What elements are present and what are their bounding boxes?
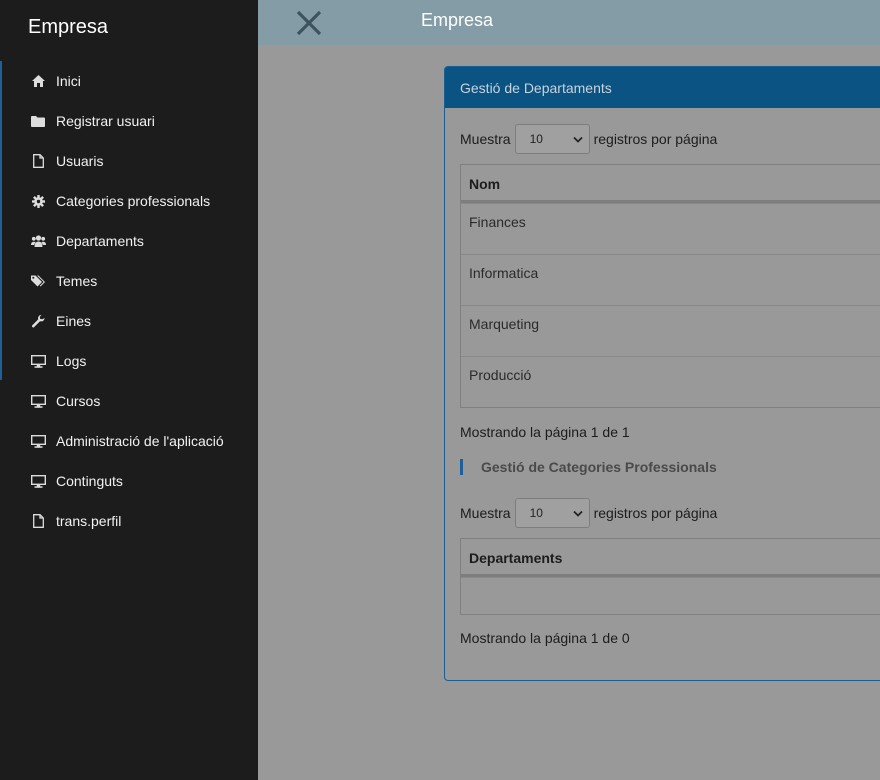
categories-length-control: Muestra 10 registros por página [460,498,717,528]
wrench-icon [30,313,46,329]
categories-table: Departaments [460,538,880,615]
length-suffix: registros por página [593,131,718,147]
sidebar-item-label: Temes [56,273,98,289]
sidebar-item-label: trans.perfil [56,513,122,529]
length-select-value: 10 [529,506,543,520]
sidebar-item-registrar-usuari[interactable]: Registrar usuari [0,101,258,141]
chevron-down-icon [572,136,583,143]
file-icon [30,153,46,169]
gear-icon [30,193,46,209]
sidebar-item-inici[interactable]: Inici [0,61,258,101]
top-bar-title: Empresa [421,10,494,30]
chevron-down-icon [572,510,583,517]
sidebar-item-eines[interactable]: Eines [0,301,258,341]
monitor-icon [30,473,46,489]
folder-icon [30,113,46,129]
departments-length-control: Muestra 10 registros por página [460,124,717,154]
departments-panel: Gestió de Departaments Muestra 10 regist… [444,66,880,681]
table-row[interactable]: Finances [461,203,880,254]
table-header-nom[interactable]: Nom [461,165,880,203]
monitor-icon [30,393,46,409]
sidebar-item-usuaris[interactable]: Usuaris [0,141,258,181]
sidebar-item-departaments[interactable]: Departaments [0,221,258,261]
sidebar-item-label: Usuaris [56,153,104,169]
sidebar-item-categories-professionals[interactable]: Categories professionals [0,181,258,221]
sidebar-item-cursos[interactable]: Cursos [0,381,258,421]
top-bar: Empresa [258,0,880,45]
categories-length-select[interactable]: 10 [514,498,590,528]
sidebar-item-administracio[interactable]: Administració de l'aplicació [0,421,258,461]
sidebar-item-temes[interactable]: Temes [0,261,258,301]
categories-section-title: Gestió de Categories Professionals [460,459,717,475]
sidebar-item-logs[interactable]: Logs [0,341,258,381]
length-prefix: Muestra [460,505,511,521]
monitor-icon [30,353,46,369]
sidebar-item-label: Cursos [56,393,101,409]
monitor-icon [30,433,46,449]
close-icon[interactable] [296,10,322,36]
sidebar-item-label: Categories professionals [56,193,211,209]
sidebar: Empresa Inici Registrar usuari Usuaris C… [0,0,258,780]
sidebar-item-continguts[interactable]: Continguts [0,461,258,501]
sidebar-nav: Inici Registrar usuari Usuaris Categorie… [0,61,258,541]
categories-page-info: Mostrando la página 1 de 0 [460,630,630,646]
table-row[interactable]: Informatica [461,254,880,305]
sidebar-item-trans-perfil[interactable]: trans.perfil [0,501,258,541]
departments-length-select[interactable]: 10 [514,124,590,154]
table-row[interactable]: Marqueting [461,305,880,356]
sidebar-item-label: Eines [56,313,92,329]
sidebar-item-label: Logs [56,353,87,369]
home-icon [30,73,46,89]
sidebar-brand[interactable]: Empresa [28,16,108,39]
length-suffix: registros por página [593,505,718,521]
table-row-empty [461,577,880,614]
departments-page-info: Mostrando la página 1 de 1 [460,424,630,440]
sidebar-item-label: Departaments [56,233,144,249]
departments-table: Nom Finances Informatica Marqueting Prod… [460,164,880,408]
sidebar-item-label: Registrar usuari [56,113,155,129]
tags-icon [30,273,46,289]
sidebar-item-label: Inici [56,73,81,89]
length-select-value: 10 [529,132,543,146]
sidebar-item-label: Administració de l'aplicació [56,433,224,449]
file-icon [30,513,46,529]
users-icon [30,233,46,249]
sidebar-item-label: Continguts [56,473,123,489]
panel-title: Gestió de Departaments [445,67,880,108]
length-prefix: Muestra [460,131,511,147]
table-header-departaments[interactable]: Departaments [461,539,880,577]
table-row[interactable]: Producció [461,356,880,407]
